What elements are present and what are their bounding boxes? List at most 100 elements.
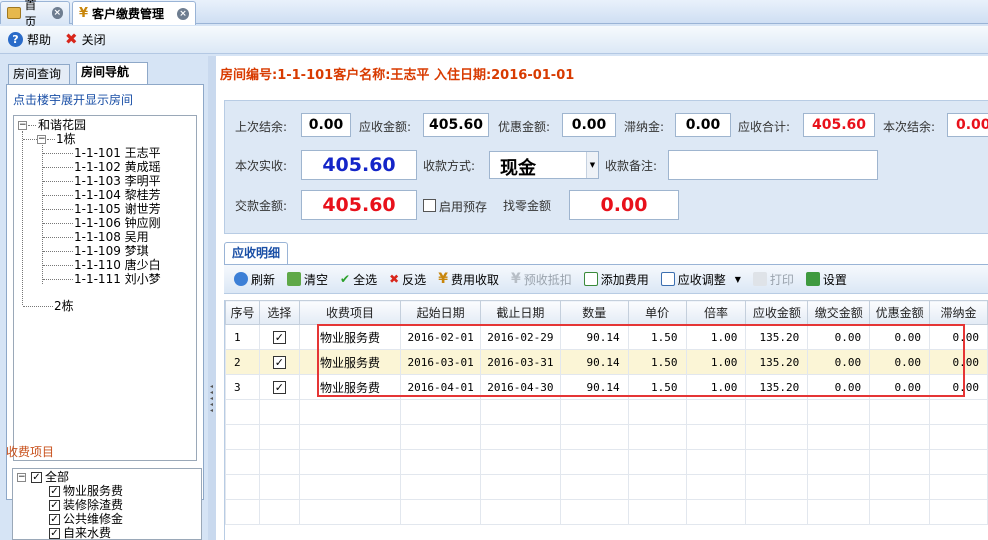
row-quantity: 90.14 xyxy=(559,349,629,375)
receivable-field[interactable]: 405.60 xyxy=(423,113,489,137)
row-start-date: 2016-03-01 xyxy=(400,349,482,375)
tab-home[interactable]: 首页 × xyxy=(0,0,70,29)
fee-item[interactable]: 装修除渣费 xyxy=(63,498,123,512)
payment-method-select[interactable]: 现金 ▼ xyxy=(489,151,599,179)
row-quantity: 90.14 xyxy=(559,374,629,400)
row-end-date: 2016-03-31 xyxy=(480,349,561,375)
edit-doc-icon xyxy=(660,272,675,286)
fee-item[interactable]: 公共维修金 xyxy=(63,512,123,526)
close-label: 关闭 xyxy=(81,33,106,47)
total-field[interactable]: 405.60 xyxy=(803,113,875,137)
row-paid: 0.00 xyxy=(807,374,871,400)
tree-node-room[interactable]: 1-1-109 梦琪 xyxy=(74,244,149,258)
tab-receivable-detail[interactable]: 应收明细 xyxy=(224,242,288,264)
tree-node-building-1[interactable]: 1栋 xyxy=(56,132,76,146)
change-amount-field[interactable]: 0.00 xyxy=(569,190,679,220)
fee-checkbox[interactable]: ✓ xyxy=(49,528,60,539)
col-fee-item[interactable]: 收费项目 xyxy=(298,300,402,325)
col-end-date[interactable]: 截止日期 xyxy=(480,300,561,325)
paid-amount-field[interactable]: 405.60 xyxy=(301,190,417,220)
adjust-receivable-label: 应收调整 xyxy=(677,272,726,287)
discount-field[interactable]: 0.00 xyxy=(562,113,616,137)
fee-checkbox[interactable]: ✓ xyxy=(49,500,60,511)
row-checkbox[interactable]: ✓ xyxy=(272,380,286,394)
tree-node-room[interactable]: 1-1-108 吴用 xyxy=(74,230,149,244)
tree-node-room[interactable]: 1-1-110 唐少白 xyxy=(74,258,161,272)
table-row[interactable]: 2 ✓ 物业服务费 2016-03-01 2016-03-31 90.14 1.… xyxy=(225,349,988,375)
table-row[interactable]: 3 ✓ 物业服务费 2016-04-01 2016-04-30 90.14 1.… xyxy=(225,374,988,400)
tree-node-room[interactable]: 1-1-103 李明平 xyxy=(74,174,161,188)
late-fee-field[interactable]: 0.00 xyxy=(675,113,731,137)
enable-prepay-checkbox[interactable] xyxy=(423,199,436,212)
row-checkbox[interactable]: ✓ xyxy=(272,355,286,369)
room-info-bar: 房间编号:1-1-101客户名称:王志平 入住日期:2016-01-01 xyxy=(220,68,575,83)
fee-item[interactable]: 物业服务费 xyxy=(63,484,123,498)
actual-received-field[interactable]: 405.60 xyxy=(301,150,417,180)
settings-button[interactable]: 设置 xyxy=(805,271,847,288)
tree-node-room[interactable]: 1-1-106 钟应刚 xyxy=(74,216,161,230)
help-button[interactable]: ? 帮助 xyxy=(8,31,51,48)
payment-remark-input[interactable] xyxy=(668,150,878,180)
prepay-deduct-button[interactable]: ¥ 预收抵扣 xyxy=(511,271,572,288)
dropdown-arrow-icon[interactable]: ▼ xyxy=(735,275,741,284)
tree-node-room[interactable]: 1-1-111 刘小梦 xyxy=(74,272,161,286)
close-x-icon: ✖ xyxy=(65,30,78,48)
collapse-icon[interactable]: − xyxy=(37,135,46,144)
col-rate[interactable]: 倍率 xyxy=(685,300,747,325)
payment-remark-label: 收款备注: xyxy=(605,159,658,173)
refresh-button[interactable]: 刷新 xyxy=(234,271,275,288)
col-index[interactable]: 序号 xyxy=(225,300,260,325)
fee-item[interactable]: 自来水费 xyxy=(63,526,111,540)
clear-button[interactable]: 清空 xyxy=(287,271,328,288)
tree-node-room[interactable]: 1-1-101 王志平 xyxy=(74,146,161,160)
close-icon[interactable]: × xyxy=(177,7,189,20)
row-checkbox[interactable]: ✓ xyxy=(272,330,286,344)
fee-checkbox[interactable]: ✓ xyxy=(49,514,60,525)
dropdown-arrow-icon[interactable]: ▼ xyxy=(586,152,598,178)
row-amount: 135.20 xyxy=(745,324,809,350)
tree-node-community[interactable]: 和谐花园 xyxy=(38,118,86,132)
paid-amount-label: 交款金额: xyxy=(235,199,288,213)
splitter-grip-icon[interactable]: ◂ ◂ ◂ ◂ ◂ xyxy=(210,384,214,420)
last-balance-field[interactable]: 0.00 xyxy=(301,113,351,137)
tab-customer-payment[interactable]: ¥ 客户缴费管理 × xyxy=(72,1,196,25)
tab-room-nav[interactable]: 房间导航 xyxy=(76,62,148,84)
row-fee-item: 物业服务费 xyxy=(298,349,402,375)
collapse-icon[interactable]: − xyxy=(17,473,26,482)
payment-method-value: 现金 xyxy=(500,158,536,179)
yen-icon: ¥ xyxy=(438,271,448,287)
this-balance-field[interactable]: 0.00 xyxy=(947,113,988,137)
row-start-date: 2016-04-01 xyxy=(400,374,482,400)
settings-label: 设置 xyxy=(822,272,847,287)
panel-splitter[interactable]: ◂ ◂ ◂ ◂ ◂ xyxy=(208,56,216,540)
col-paid-amount[interactable]: 缴交金额 xyxy=(807,300,871,325)
row-quantity: 90.14 xyxy=(559,324,629,350)
fee-checkbox[interactable]: ✓ xyxy=(49,486,60,497)
col-discount-amount[interactable]: 优惠金额 xyxy=(869,300,931,325)
tab-room-query[interactable]: 房间查询 xyxy=(8,64,70,84)
col-unit-price[interactable]: 单价 xyxy=(627,300,687,325)
table-row[interactable]: 1 ✓ 物业服务费 2016-02-01 2016-02-29 90.14 1.… xyxy=(225,324,988,350)
row-end-date: 2016-02-29 xyxy=(480,324,561,350)
col-start-date[interactable]: 起始日期 xyxy=(400,300,482,325)
tree-node-room[interactable]: 1-1-102 黄成瑶 xyxy=(74,160,161,174)
col-late-fee[interactable]: 滞纳金 xyxy=(929,300,988,325)
col-quantity[interactable]: 数量 xyxy=(559,300,629,325)
collect-fee-button[interactable]: ¥ 费用收取 xyxy=(438,271,499,288)
col-select[interactable]: 选择 xyxy=(258,300,300,325)
invert-selection-button[interactable]: ✖ 反选 xyxy=(389,271,426,288)
print-button[interactable]: 打印 xyxy=(752,271,794,288)
fee-checkbox[interactable]: ✓ xyxy=(31,472,42,483)
adjust-receivable-button[interactable]: 应收调整 ▼ xyxy=(660,271,741,288)
tree-node-building-2[interactable]: 2栋 xyxy=(54,299,74,313)
add-fee-button[interactable]: 添加费用 xyxy=(583,271,649,288)
fee-item-all[interactable]: 全部 xyxy=(45,470,69,484)
close-icon[interactable]: × xyxy=(51,7,63,19)
select-all-button[interactable]: ✔ 全选 xyxy=(340,271,377,288)
collapse-icon[interactable]: − xyxy=(18,121,27,130)
close-button[interactable]: ✖ 关闭 xyxy=(65,31,106,48)
tree-node-room[interactable]: 1-1-105 谢世芳 xyxy=(74,202,161,216)
tree-node-room[interactable]: 1-1-104 黎桂芳 xyxy=(74,188,161,202)
help-label: 帮助 xyxy=(27,33,52,47)
col-receivable-amount[interactable]: 应收金额 xyxy=(745,300,809,325)
